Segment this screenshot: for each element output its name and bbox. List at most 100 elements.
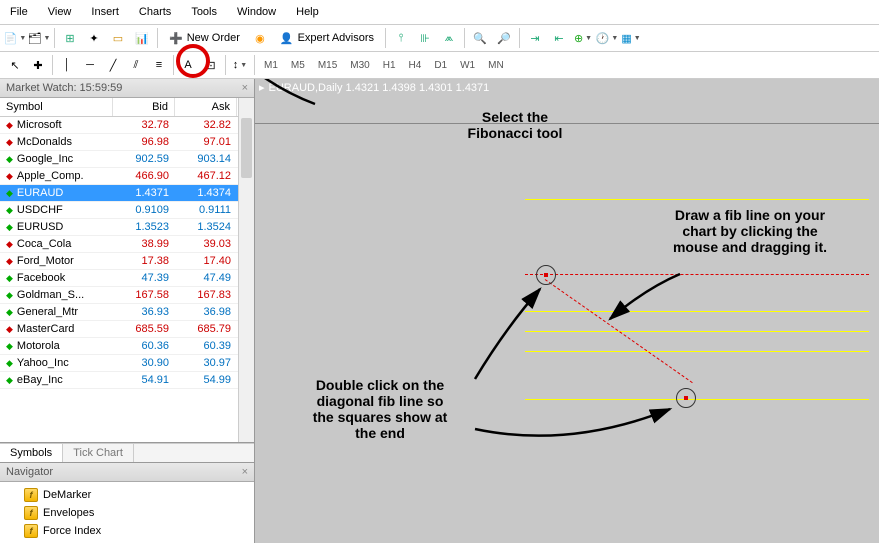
market-watch-row[interactable]: ◆Goldman_S...167.58167.83 — [0, 287, 254, 304]
timeframe-d1[interactable]: D1 — [428, 57, 453, 74]
timeframe-m30[interactable]: M30 — [344, 57, 375, 74]
market-watch-columns: Symbol Bid Ask — [0, 98, 254, 117]
market-watch-close[interactable]: × — [242, 82, 248, 94]
fib-level-line[interactable] — [525, 274, 869, 275]
market-watch-row[interactable]: ◆USDCHF0.91090.9111 — [0, 202, 254, 219]
navigator-toggle[interactable]: ✦ — [83, 27, 105, 49]
menu-window[interactable]: Window — [227, 2, 286, 22]
left-panel: Market Watch: 15:59:59 × Symbol Bid Ask … — [0, 79, 255, 543]
fib-level-line[interactable] — [525, 311, 869, 312]
arrow-up-icon: ◆ — [6, 222, 13, 233]
text-button[interactable]: A — [177, 54, 199, 76]
templates-button[interactable]: ▦▼ — [620, 27, 642, 49]
menu-tools[interactable]: Tools — [181, 2, 227, 22]
trendline-button[interactable]: ╱ — [102, 54, 124, 76]
vertical-line-button[interactable]: │ — [56, 54, 78, 76]
nav-item-force-index[interactable]: fForce Index — [24, 522, 254, 540]
bid-price: 47.39 — [113, 270, 175, 286]
timeframe-m15[interactable]: M15 — [312, 57, 343, 74]
market-watch-toggle[interactable]: ⊞ — [59, 27, 81, 49]
market-watch-row[interactable]: ◆General_Mtr36.9336.98 — [0, 304, 254, 321]
col-bid[interactable]: Bid — [113, 98, 175, 116]
market-watch-row[interactable]: ◆MasterCard685.59685.79 — [0, 321, 254, 338]
timeframe-m1[interactable]: M1 — [258, 57, 284, 74]
horizontal-line-button[interactable]: ─ — [79, 54, 101, 76]
market-watch-row[interactable]: ◆EURAUD1.43711.4374 — [0, 185, 254, 202]
chart-shift-button[interactable]: ⇤ — [548, 27, 570, 49]
market-watch-row[interactable]: ◆eBay_Inc54.9154.99 — [0, 372, 254, 389]
menu-charts[interactable]: Charts — [129, 2, 181, 22]
arrow-up-icon: ◆ — [6, 375, 13, 386]
menu-insert[interactable]: Insert — [81, 2, 129, 22]
ask-price: 36.98 — [175, 304, 237, 320]
line-chart-button[interactable]: ⩕ — [438, 27, 460, 49]
symbol-name: Motorola — [17, 340, 60, 352]
symbol-name: Facebook — [17, 272, 65, 284]
cursor-button[interactable]: ↖ — [4, 54, 26, 76]
col-symbol[interactable]: Symbol — [0, 98, 113, 116]
fibonacci-button[interactable]: ≡ — [148, 54, 170, 76]
fib-level-line[interactable] — [525, 331, 869, 332]
channel-button[interactable]: ⫽ — [125, 54, 147, 76]
timeframe-h4[interactable]: H4 — [403, 57, 428, 74]
menu-view[interactable]: View — [38, 2, 82, 22]
label-icon: ⊡ — [206, 59, 215, 72]
nav-item-demarker[interactable]: fDeMarker — [24, 486, 254, 504]
arrow-up-icon: ◆ — [6, 290, 13, 301]
market-watch-table: Symbol Bid Ask ◆Microsoft32.7832.82◆McDo… — [0, 98, 254, 443]
timeframe-mn[interactable]: MN — [482, 57, 510, 74]
market-watch-row[interactable]: ◆Ford_Motor17.3817.40 — [0, 253, 254, 270]
market-watch-row[interactable]: ◆EURUSD1.35231.3524 — [0, 219, 254, 236]
menu-help[interactable]: Help — [286, 2, 329, 22]
crosshair-button[interactable]: ✚ — [27, 54, 49, 76]
symbol-name: General_Mtr — [17, 306, 78, 318]
fib-level-line[interactable] — [525, 351, 869, 352]
market-watch-row[interactable]: ◆Coca_Cola38.9939.03 — [0, 236, 254, 253]
terminal-icon: ▭ — [113, 32, 123, 45]
periods-button[interactable]: 🕐▼ — [596, 27, 618, 49]
market-watch-row[interactable]: ◆Yahoo_Inc30.9030.97 — [0, 355, 254, 372]
market-watch-row[interactable]: ◆Microsoft32.7832.82 — [0, 117, 254, 134]
market-watch-row[interactable]: ◆Apple_Comp.466.90467.12 — [0, 168, 254, 185]
market-watch-row[interactable]: ◆Google_Inc902.59903.14 — [0, 151, 254, 168]
terminal-toggle[interactable]: ▭ — [107, 27, 129, 49]
zoom-in-button[interactable]: 🔍 — [469, 27, 491, 49]
tester-toggle[interactable]: 📊 — [131, 27, 153, 49]
bar-chart-button[interactable]: ⫯ — [390, 27, 412, 49]
market-watch-scrollbar[interactable] — [238, 98, 254, 442]
profiles-button[interactable]: 🗂▼ — [28, 27, 50, 49]
metaquotes-button[interactable]: ◉ — [249, 27, 271, 49]
bid-price: 1.4371 — [113, 185, 175, 201]
arrows-button[interactable]: ↕▼ — [229, 54, 251, 76]
timeframe-m5[interactable]: M5 — [285, 57, 311, 74]
expert-advisors-button[interactable]: 👤Expert Advisors — [273, 27, 381, 49]
trend-icon: ╱ — [110, 59, 117, 72]
arrow-down-icon: ◆ — [6, 256, 13, 267]
indicators-button[interactable]: ⊕▼ — [572, 27, 594, 49]
text-label-button[interactable]: ⊡ — [200, 54, 222, 76]
bars-icon: ⫯ — [399, 32, 404, 45]
market-watch-row[interactable]: ◆Facebook47.3947.49 — [0, 270, 254, 287]
tab-symbols[interactable]: Symbols — [0, 444, 63, 462]
nav-item-envelopes[interactable]: fEnvelopes — [24, 504, 254, 522]
timeframe-w1[interactable]: W1 — [454, 57, 481, 74]
market-watch-row[interactable]: ◆McDonalds96.9897.01 — [0, 134, 254, 151]
autoscroll-button[interactable]: ⇥ — [524, 27, 546, 49]
new-chart-button[interactable]: 📄▼ — [4, 27, 26, 49]
candle-chart-button[interactable]: ⊪ — [414, 27, 436, 49]
arrow-to-end-handle — [470, 399, 680, 459]
bid-price: 1.3523 — [113, 219, 175, 235]
new-order-button[interactable]: ➕New Order — [162, 27, 247, 49]
market-watch-row[interactable]: ◆Motorola60.3660.39 — [0, 338, 254, 355]
tab-tick-chart[interactable]: Tick Chart — [63, 444, 134, 462]
chart-area[interactable]: ▸ EURAUD,Daily 1.4321 1.4398 1.4301 1.43… — [255, 79, 879, 543]
navigator-close[interactable]: × — [242, 466, 248, 478]
template-icon: ▦ — [621, 32, 631, 45]
fib-level-line[interactable] — [525, 199, 869, 200]
menu-file[interactable]: File — [0, 2, 38, 22]
timeframe-h1[interactable]: H1 — [377, 57, 402, 74]
col-ask[interactable]: Ask — [175, 98, 237, 116]
separator — [385, 28, 386, 48]
clock-icon: 🕐 — [596, 32, 610, 45]
zoom-out-button[interactable]: 🔎 — [493, 27, 515, 49]
